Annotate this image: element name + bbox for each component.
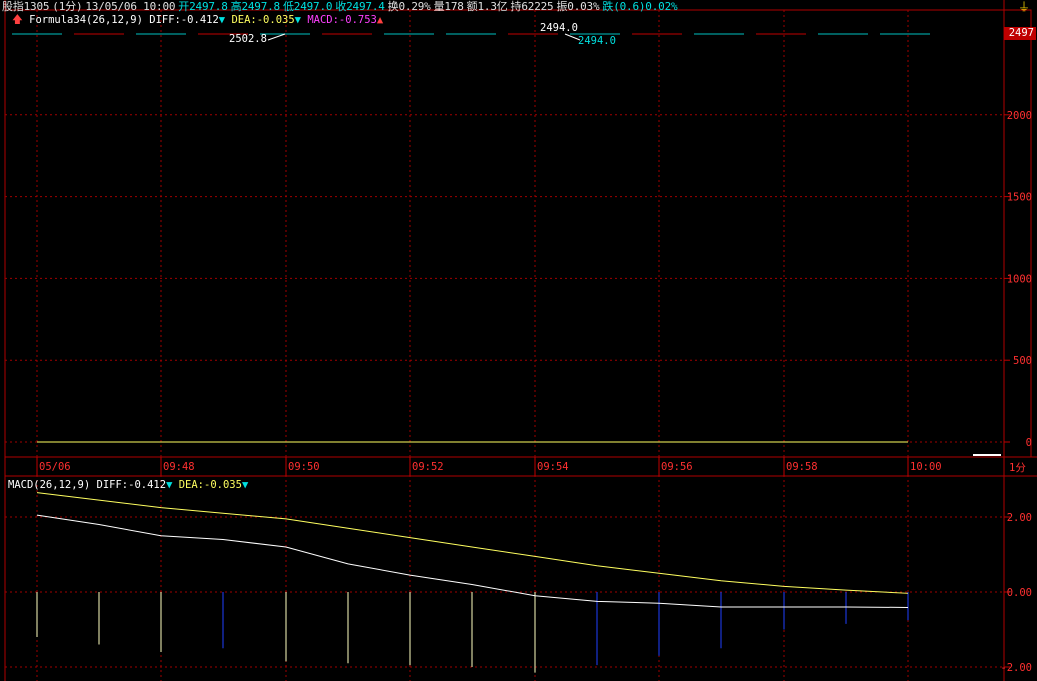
high-annotation-leader [267,33,286,41]
high-annotation: 2502.8 [229,33,267,45]
down-arrow-icon: ▼ [166,479,173,491]
fall-value: 跌(0.6)0.02% [602,0,678,13]
macd-diff: DIFF:-0.412 [96,479,167,491]
time-label: 09:56 [661,461,693,473]
turnover-value: 换0.29% [387,0,431,13]
time-label: 10:00 [910,461,942,473]
amount-value: 额1.3亿 [466,0,508,13]
macd-y-tick-label: 0.00 [1007,587,1032,599]
mid-annotation: 2494.0 [540,22,578,34]
down-arrow-icon: ▼ [218,14,226,26]
macd-name[interactable]: MACD(26,12,9) [8,479,90,491]
horizontal-grid [5,114,1004,443]
volume-value: 量178 [433,0,464,13]
up-arrow-icon: ▲ [376,14,384,26]
time-label: 09:58 [786,461,818,473]
hold-value: 持62225 [510,0,554,13]
period-tag[interactable]: 1分 [1009,460,1026,475]
time-axis: 05/06 09:48 09:50 09:52 09:54 09:56 09:58 10:00 [36,457,942,476]
macd-bars [36,592,909,673]
chart-canvas: 0 500 1000 1500 2000 2.00 0.00 -2.00 05/06 09:4… [4,0,1037,681]
amplitude-value: 振0.03% [556,0,600,13]
y-tick-label: 0 [1026,437,1032,449]
down-arrow-icon: ▼ [294,14,301,26]
formula-name[interactable]: Formula34(26,12,9) [29,14,143,26]
y-tick-label: 2000 [1007,110,1032,122]
vertical-grid [36,10,909,681]
main-pane-frame [4,9,1032,458]
arrow-up-icon[interactable]: 🡅 [12,14,23,26]
lock-icon[interactable]: ⏚ [1018,0,1030,15]
macd-dea: DEA:-0.035 [178,479,242,491]
formula-dea: DEA:-0.035 [231,14,295,26]
time-label: 09:50 [288,461,320,473]
y-tick-label: 1000 [1007,273,1032,285]
y-tick-label: 500 [1013,355,1032,367]
formula-legend: 🡅 Formula34(26,12,9) DIFF:-0.412▼ DEA:-0… [12,12,383,30]
macd-legend: MACD(26,12,9) DIFF:-0.412▼ DEA:-0.035▼ [8,479,248,491]
time-label: 09:48 [163,461,195,473]
time-label: 09:54 [537,461,569,473]
mid-annotation-2: 2494.0 [578,35,616,47]
time-label: 05/06 [39,461,71,473]
current-price-tag: 2497 [1004,27,1036,40]
macd-y-tick-label: -2.00 [1000,662,1032,674]
y-tick-label: 1500 [1007,192,1032,204]
time-label: 09:52 [412,461,444,473]
dea-line [36,492,909,594]
main-y-axis: 0 500 1000 1500 2000 [1004,110,1032,449]
macd-y-tick-label: 2.00 [1007,512,1032,524]
formula-macd: MACD:-0.753 [307,14,377,26]
down-arrow-icon: ▼ [241,479,249,491]
formula-diff: DIFF:-0.412 [149,14,219,26]
